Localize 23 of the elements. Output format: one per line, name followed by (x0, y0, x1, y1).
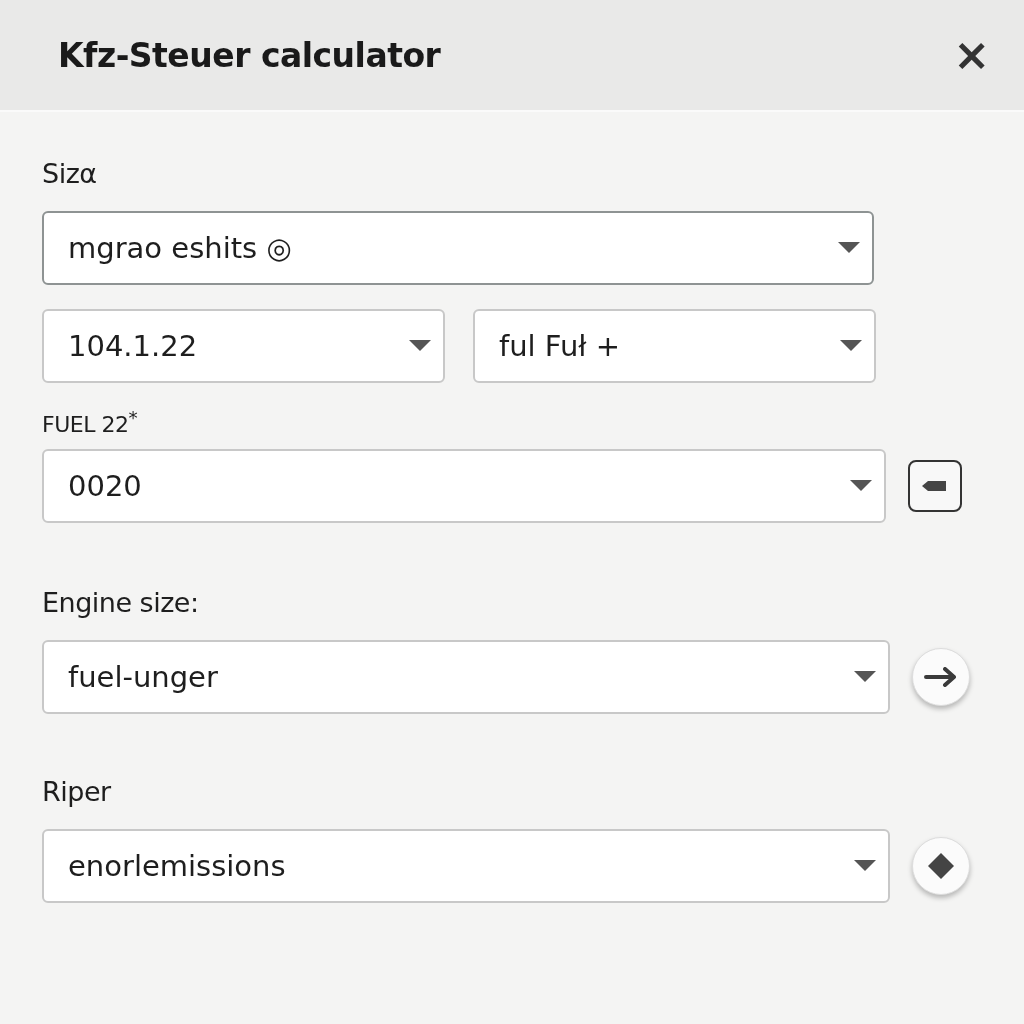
dropdown-field[interactable]: 104.1.22 (42, 309, 445, 383)
caret-icon (409, 340, 431, 352)
caret-icon (854, 671, 876, 684)
caret-icon (840, 340, 862, 352)
caret-icon (854, 860, 876, 873)
arrow-right-icon (924, 667, 958, 688)
diamond-icon (926, 851, 956, 882)
caret-icon (850, 480, 872, 493)
round-button[interactable] (912, 648, 970, 707)
close-button[interactable]: × (949, 33, 994, 77)
dropdown-field[interactable]: mgrao eshits ◎ (42, 211, 874, 285)
side-button[interactable] (908, 460, 962, 513)
round-button[interactable] (912, 837, 970, 896)
dropdown-field[interactable]: ful Fuł + (473, 309, 876, 383)
field-label: Riper (42, 776, 112, 808)
field-label: Engine size: (42, 587, 200, 619)
field-label: Sizα (42, 158, 98, 189)
dropdown-field[interactable]: enorlemissions (42, 829, 890, 904)
dropdown-field[interactable]: fuel-unger (42, 640, 890, 715)
field-label: FUEL 22$^{*}$ (42, 407, 139, 438)
dropdown-field[interactable]: 0020 (42, 449, 886, 524)
caret-icon (838, 242, 860, 254)
window-title: Kfz-Steuer calculator (58, 35, 441, 75)
